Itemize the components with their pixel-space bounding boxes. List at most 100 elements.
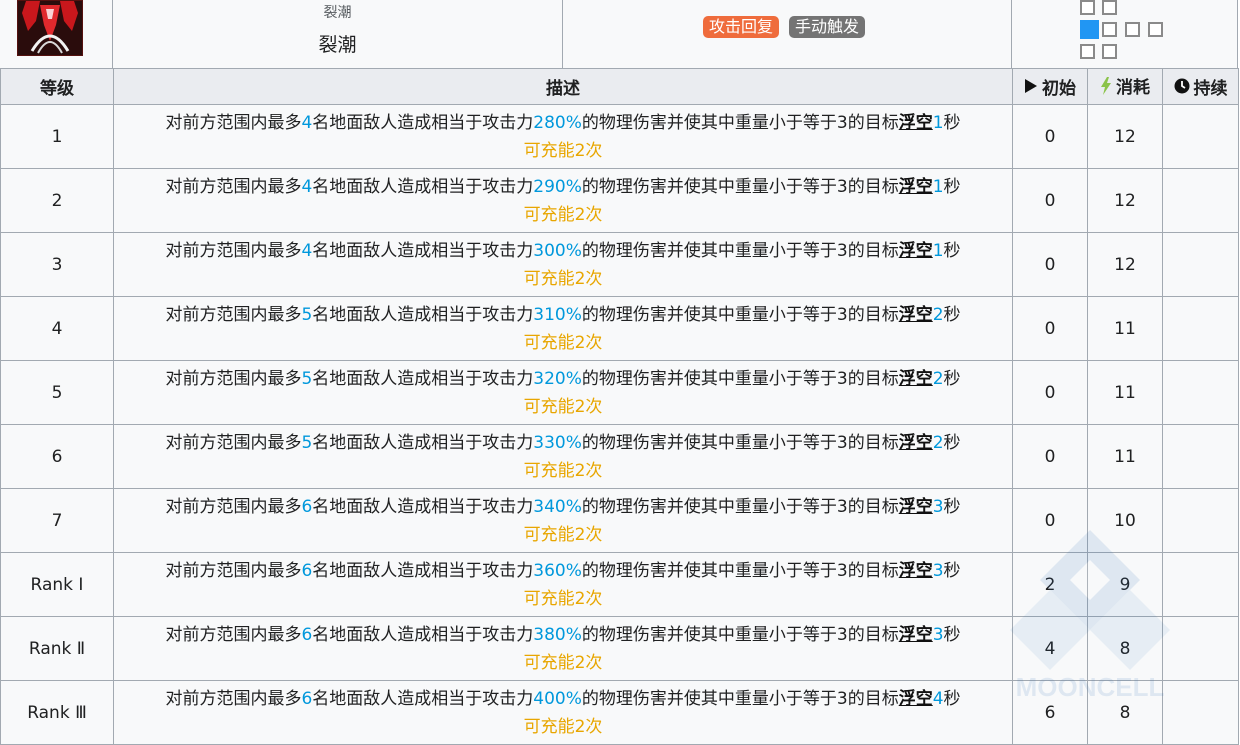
airborne-link[interactable]: 浮空 — [899, 113, 933, 133]
sp-cost-cell: 10 — [1087, 488, 1163, 553]
initial-sp-cell: 4 — [1012, 616, 1088, 681]
desc-text: 名地面敌人造成相当于攻击力 — [312, 368, 534, 389]
header-level: 等级 — [0, 68, 114, 105]
table-row: 1 对前方范围内最多4名地面敌人造成相当于攻击力280%的物理伤害并使其中重量小于… — [0, 104, 1239, 169]
duration-cell — [1162, 232, 1239, 297]
description-cell: 对前方范围内最多6名地面敌人造成相当于攻击力380%的物理伤害并使其中重量小于等… — [113, 616, 1013, 681]
desc-airborne-time: 1 — [932, 240, 944, 261]
level-cell: 6 — [0, 424, 114, 489]
desc-text: 名地面敌人造成相当于攻击力 — [312, 560, 534, 581]
desc-text: 对前方范围内最多 — [165, 624, 302, 645]
duration-cell — [1162, 680, 1239, 745]
desc-airborne-time: 2 — [932, 432, 944, 453]
desc-text: 对前方范围内最多 — [165, 560, 302, 581]
desc-text: 的物理伤害并使其中重量小于等于3的目标 — [581, 560, 899, 581]
desc-atk-scale: 320% — [533, 368, 582, 389]
level-cell: Rank Ⅱ — [0, 616, 114, 681]
description-cell: 对前方范围内最多4名地面敌人造成相当于攻击力290%的物理伤害并使其中重量小于等… — [113, 168, 1013, 233]
airborne-link[interactable]: 浮空 — [899, 305, 933, 325]
table-row: 2 对前方范围内最多4名地面敌人造成相当于攻击力290%的物理伤害并使其中重量小于… — [0, 168, 1239, 233]
desc-text: 秒 — [943, 304, 961, 325]
sp-cost-cell: 12 — [1087, 104, 1163, 169]
duration-cell — [1162, 424, 1239, 489]
level-cell: Rank Ⅰ — [0, 552, 114, 617]
airborne-link[interactable]: 浮空 — [899, 497, 933, 517]
description-cell: 对前方范围内最多5名地面敌人造成相当于攻击力310%的物理伤害并使其中重量小于等… — [113, 296, 1013, 361]
desc-atk-scale: 290% — [533, 176, 582, 197]
desc-text: 对前方范围内最多 — [165, 496, 302, 517]
header-initial: 初始 — [1012, 68, 1088, 105]
desc-text: 对前方范围内最多 — [165, 240, 302, 261]
duration-cell — [1162, 552, 1239, 617]
desc-text: 名地面敌人造成相当于攻击力 — [312, 240, 534, 261]
desc-text: 对前方范围内最多 — [165, 368, 302, 389]
header-initial-label: 初始 — [1042, 78, 1076, 99]
table-header-row: 等级 描述 初始 消耗 持续 — [0, 68, 1239, 105]
desc-text: 秒 — [943, 176, 961, 197]
airborne-link[interactable]: 浮空 — [899, 561, 933, 581]
desc-atk-scale: 280% — [533, 112, 582, 133]
airborne-link[interactable]: 浮空 — [899, 433, 933, 453]
sp-cost-cell: 12 — [1087, 232, 1163, 297]
duration-cell — [1162, 488, 1239, 553]
desc-text: 秒 — [943, 688, 961, 709]
duration-cell — [1162, 360, 1239, 425]
desc-charges: 可充能2次 — [523, 204, 603, 225]
description-cell: 对前方范围内最多4名地面敌人造成相当于攻击力300%的物理伤害并使其中重量小于等… — [113, 232, 1013, 297]
description-cell: 对前方范围内最多5名地面敌人造成相当于攻击力330%的物理伤害并使其中重量小于等… — [113, 424, 1013, 489]
desc-text: 对前方范围内最多 — [165, 304, 302, 325]
attack-range-cell — [1012, 0, 1238, 68]
desc-text: 的物理伤害并使其中重量小于等于3的目标 — [581, 240, 899, 261]
sp-cost-cell: 11 — [1087, 424, 1163, 489]
airborne-link[interactable]: 浮空 — [899, 369, 933, 389]
desc-text: 对前方范围内最多 — [165, 176, 302, 197]
duration-cell — [1162, 616, 1239, 681]
desc-target-count: 4 — [301, 176, 313, 197]
sp-cost-cell: 9 — [1087, 552, 1163, 617]
play-icon — [1025, 79, 1037, 94]
desc-airborne-time: 2 — [932, 368, 944, 389]
desc-target-count: 6 — [301, 624, 313, 645]
initial-sp-cell: 0 — [1012, 232, 1088, 297]
initial-sp-cell: 0 — [1012, 360, 1088, 425]
level-cell: 1 — [0, 104, 114, 169]
range-tile — [1102, 44, 1117, 59]
desc-charges: 可充能2次 — [523, 332, 603, 353]
sp-cost-cell: 8 — [1087, 680, 1163, 745]
desc-text: 名地面敌人造成相当于攻击力 — [312, 688, 534, 709]
table-row: 4 对前方范围内最多5名地面敌人造成相当于攻击力310%的物理伤害并使其中重量小于… — [0, 296, 1239, 361]
desc-text: 的物理伤害并使其中重量小于等于3的目标 — [581, 432, 899, 453]
tag-manual-trigger: 手动触发 — [789, 16, 866, 38]
table-row: Rank Ⅱ 对前方范围内最多6名地面敌人造成相当于攻击力380%的物理伤害并使其… — [0, 616, 1239, 681]
airborne-link[interactable]: 浮空 — [899, 625, 933, 645]
desc-text: 的物理伤害并使其中重量小于等于3的目标 — [581, 624, 899, 645]
duration-cell — [1162, 104, 1239, 169]
skill-tags-cell: 攻击回复 手动触发 — [563, 0, 1012, 68]
desc-text: 的物理伤害并使其中重量小于等于3的目标 — [581, 112, 899, 133]
desc-airborne-time: 3 — [932, 496, 944, 517]
table-row: Rank Ⅲ 对前方范围内最多6名地面敌人造成相当于攻击力400%的物理伤害并使其… — [0, 680, 1239, 745]
desc-airborne-time: 1 — [932, 176, 944, 197]
level-cell: 2 — [0, 168, 114, 233]
initial-sp-cell: 6 — [1012, 680, 1088, 745]
description-cell: 对前方范围内最多6名地面敌人造成相当于攻击力400%的物理伤害并使其中重量小于等… — [113, 680, 1013, 745]
initial-sp-cell: 0 — [1012, 168, 1088, 233]
desc-airborne-time: 3 — [932, 560, 944, 581]
skill-header: 裂潮 裂潮 攻击回复 手动触发 — [0, 0, 1238, 69]
desc-atk-scale: 400% — [533, 688, 582, 709]
airborne-link[interactable]: 浮空 — [899, 177, 933, 197]
range-tile — [1080, 44, 1095, 59]
desc-target-count: 6 — [301, 496, 313, 517]
level-cell: 5 — [0, 360, 114, 425]
skill-level-table: 等级 描述 初始 消耗 持续 1 对前方范围内最多4名地面敌人造成相当于攻击力2… — [0, 68, 1239, 745]
desc-text: 名地面敌人造成相当于攻击力 — [312, 496, 534, 517]
desc-text: 名地面敌人造成相当于攻击力 — [312, 176, 534, 197]
level-cell: 4 — [0, 296, 114, 361]
airborne-link[interactable]: 浮空 — [899, 241, 933, 261]
desc-airborne-time: 3 — [932, 624, 944, 645]
range-self-tile — [1080, 20, 1099, 39]
range-tile — [1102, 0, 1117, 15]
description-cell: 对前方范围内最多6名地面敌人造成相当于攻击力360%的物理伤害并使其中重量小于等… — [113, 552, 1013, 617]
desc-text: 名地面敌人造成相当于攻击力 — [312, 432, 534, 453]
airborne-link[interactable]: 浮空 — [899, 689, 933, 709]
